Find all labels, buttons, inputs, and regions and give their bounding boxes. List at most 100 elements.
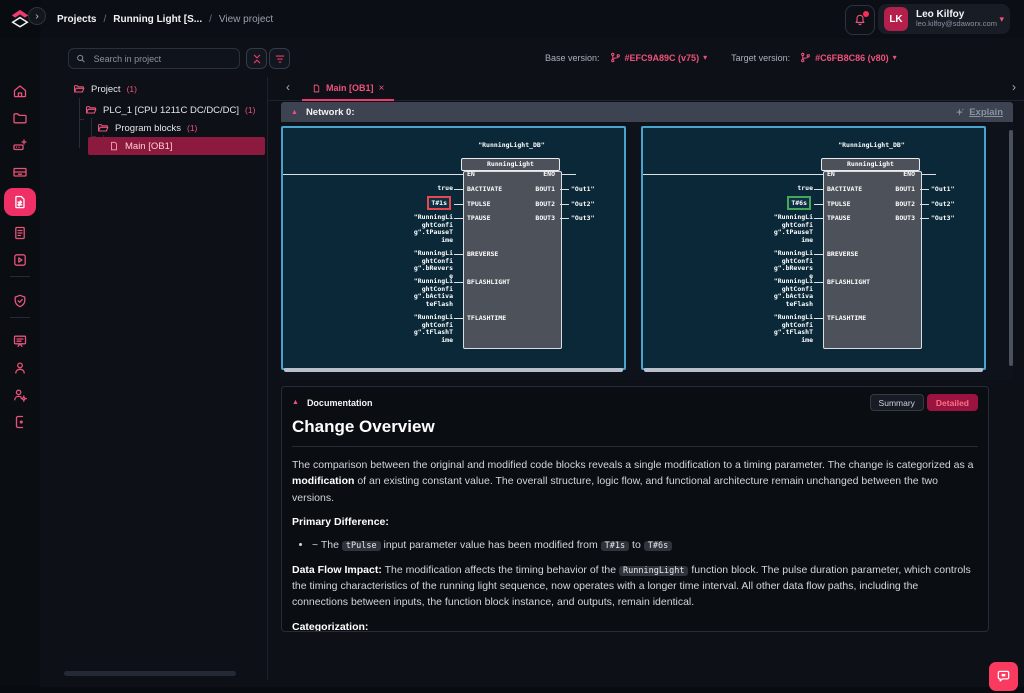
fbd-output-bout3: BOUT3 [823, 214, 915, 222]
hardware-add-icon [12, 137, 28, 153]
detailed-button[interactable]: Detailed [927, 394, 978, 411]
folder-icon [12, 110, 28, 126]
network-vscrollbar[interactable] [1009, 130, 1013, 366]
sidebar-item-archive[interactable] [4, 159, 36, 185]
target-panel-hscrollbar[interactable] [644, 368, 983, 372]
app-window: › Projects / Running Light [S... / View … [0, 0, 1024, 693]
wire-bout2 [920, 204, 929, 205]
sidebar-item-hardware[interactable] [4, 132, 36, 158]
wire-bactivate [814, 189, 823, 190]
chat-widget-button[interactable] [989, 662, 1018, 691]
fbd-output-bout2: BOUT2 [463, 200, 555, 208]
base-version-select[interactable]: #EFC9A89C (v75) ▾ [610, 52, 708, 63]
network-header[interactable]: ▲ Network 0: Explain [281, 102, 1013, 122]
wire-eno [560, 174, 576, 175]
tree-item-plc1[interactable]: PLC_1 [CPU 1211C DC/DC/DC] (1) [85, 101, 255, 119]
doc-text: to [629, 539, 644, 551]
wire-tpause [454, 218, 463, 219]
notifications-button[interactable] [845, 5, 875, 35]
sidebar-item-logout[interactable] [4, 409, 36, 435]
fbd-instance-name: "RunningLight_DB" [792, 141, 952, 149]
sidebar-item-user[interactable] [4, 355, 36, 381]
user-icon [12, 360, 28, 376]
collapse-triangle-icon[interactable]: ▲ [292, 399, 299, 406]
collapse-triangle-icon[interactable]: ▲ [291, 109, 298, 116]
fbd-outvalue-bout1: "Out1" [931, 185, 954, 193]
fbd-panel-target[interactable]: "RunningLight_DB"RunningLightENBACTIVATE… [641, 126, 986, 370]
user-meta: Leo Kilfoy leo.kilfoy@sdaworx.com [916, 9, 991, 29]
fbd-output-eno: ENO [463, 170, 555, 178]
user-settings-icon [12, 387, 28, 403]
wire-bactivate [454, 189, 463, 190]
tab-bar: ‹ Main [OB1] × › [268, 77, 1024, 101]
top-bar: › Projects / Running Light [S... / View … [0, 0, 1024, 39]
sidebar-item-security[interactable] [4, 288, 36, 314]
wire-bout1 [560, 189, 569, 190]
tree-hscrollbar[interactable] [64, 671, 236, 676]
wire-eno [920, 174, 936, 175]
tab-close-icon[interactable]: × [379, 83, 385, 94]
tabs-next-button[interactable]: › [1012, 80, 1016, 94]
breadcrumb-projects[interactable]: Projects [57, 14, 96, 25]
filter-button[interactable] [269, 48, 290, 69]
search-icon [76, 53, 86, 64]
breadcrumb-current: View project [219, 14, 273, 25]
branch-icon [610, 52, 621, 63]
wire-bout3 [560, 218, 569, 219]
editor-toolbar: Base version: #EFC9A89C (v75) ▾ Target v… [40, 38, 1024, 78]
panel-divider[interactable] [267, 77, 268, 680]
wire-bflashlight [814, 282, 823, 283]
fbd-value-bflashlight: "RunningLightConfig".bActivateFlash [773, 278, 813, 308]
tree-item-count: (1) [127, 84, 137, 94]
sidebar-item-projects[interactable] [4, 105, 36, 131]
sidebar-item-runner[interactable] [4, 247, 36, 273]
sidebar-item-reports[interactable] [4, 220, 36, 246]
base-panel-hscrollbar[interactable] [284, 368, 623, 372]
collapse-all-button[interactable] [246, 48, 267, 69]
logout-icon [12, 414, 28, 430]
base-version-label: Base version: [545, 53, 600, 63]
doc-list: ~ The tPulse input parameter value has b… [292, 538, 976, 554]
sidebar-item-user-settings[interactable] [4, 382, 36, 408]
doc-text: Categorization: [292, 621, 368, 632]
sidebar-expand-button[interactable]: › [28, 7, 46, 25]
doc-text: Data Flow Impact: [292, 564, 382, 576]
search-input[interactable] [92, 53, 232, 65]
tree-item-label: Project [91, 84, 121, 95]
avatar: LK [884, 7, 908, 31]
wire-bout2 [560, 204, 569, 205]
explain-button[interactable]: Explain [954, 107, 1003, 118]
summary-button[interactable]: Summary [870, 394, 924, 411]
target-version-value: #C6FB8C86 (v80) [815, 53, 889, 63]
fbd-value-tpulse-changed: T#6s [787, 196, 811, 210]
breadcrumb-project-name[interactable]: Running Light [S... [113, 14, 202, 25]
target-version-select[interactable]: #C6FB8C86 (v80) ▾ [800, 52, 897, 63]
sidebar-item-code-compare[interactable] [4, 188, 36, 216]
fbd-output-bout1: BOUT1 [823, 185, 915, 193]
tree-item-project[interactable]: Project (1) [73, 80, 137, 98]
collapse-icon [251, 53, 263, 65]
fbd-panel-base[interactable]: "RunningLight_DB"RunningLightENBACTIVATE… [281, 126, 626, 370]
fbd-input-bflashlight: BFLASHLIGHT [827, 278, 870, 286]
fbd-value-bactivate: true [413, 185, 453, 193]
doc-body: The comparison between the original and … [282, 447, 988, 632]
tabs-prev-button[interactable]: ‹ [286, 80, 290, 94]
documentation-label: Documentation [307, 398, 373, 408]
sidebar-item-home[interactable] [4, 78, 36, 104]
tree-item-main-ob1[interactable]: Main [OB1] [88, 137, 265, 155]
play-square-icon [12, 252, 28, 268]
tab-main-ob1[interactable]: Main [OB1] × [302, 77, 394, 101]
sparkles-icon [954, 107, 965, 118]
filter-icon [274, 53, 286, 65]
fbd-outvalue-bout3: "Out3" [931, 214, 954, 222]
user-menu[interactable]: LK Leo Kilfoy leo.kilfoy@sdaworx.com ▾ [878, 4, 1010, 34]
sidebar-item-presentation[interactable] [4, 328, 36, 354]
explain-label: Explain [969, 107, 1003, 118]
tree-item-count: (1) [245, 105, 255, 115]
wire-en [283, 174, 463, 175]
fbd-value-tpause: "RunningLightConfig".tPauseTime [413, 214, 453, 244]
breadcrumb: Projects / Running Light [S... / View pr… [57, 0, 273, 38]
tree-item-program-blocks[interactable]: Program blocks (1) [97, 119, 197, 137]
project-search[interactable] [68, 48, 240, 69]
fbd-value-tpulse-changed: T#1s [427, 196, 451, 210]
